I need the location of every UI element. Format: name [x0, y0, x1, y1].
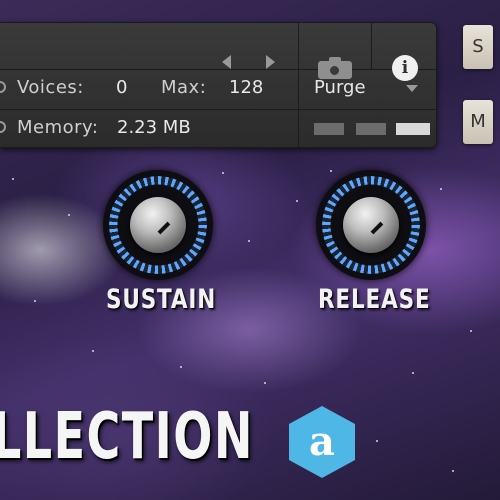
output-meter-left [314, 123, 344, 135]
memory-icon [0, 121, 6, 133]
logo-letter: a [309, 418, 335, 465]
voices-label: Voices: [17, 77, 84, 98]
instrument-info-panel: i Voices: 0 Max: 128 Memory: 2.23 MB Pur… [0, 22, 437, 148]
mute-button[interactable]: M [463, 100, 493, 144]
voices-value: 0 [116, 77, 128, 98]
sustain-label: SUSTAIN [106, 284, 217, 315]
voices-icon [0, 81, 6, 93]
output-meter-middle [356, 123, 386, 135]
release-knob-cap [343, 197, 399, 253]
max-voices-value[interactable]: 128 [229, 77, 263, 98]
release-label: RELEASE [318, 284, 431, 315]
previous-instrument-arrow-icon[interactable] [222, 55, 231, 69]
camera-snapshot-icon[interactable] [318, 57, 352, 79]
memory-value: 2.23 MB [117, 117, 191, 138]
output-meter-right [396, 123, 430, 135]
sustain-knob[interactable] [103, 170, 213, 280]
release-knob[interactable] [316, 170, 426, 280]
sustain-knob-cap [130, 197, 186, 253]
memory-label: Memory: [17, 117, 99, 138]
next-instrument-arrow-icon[interactable] [266, 55, 275, 69]
info-icon[interactable]: i [392, 55, 418, 81]
purge-dropdown-caret-icon[interactable] [406, 85, 418, 92]
solo-button[interactable]: S [463, 25, 493, 69]
purge-dropdown[interactable]: Purge [314, 77, 366, 98]
brand-logo-icon: a [289, 406, 355, 478]
instrument-title: LLECTION [0, 400, 254, 474]
max-voices-label: Max: [161, 77, 207, 98]
